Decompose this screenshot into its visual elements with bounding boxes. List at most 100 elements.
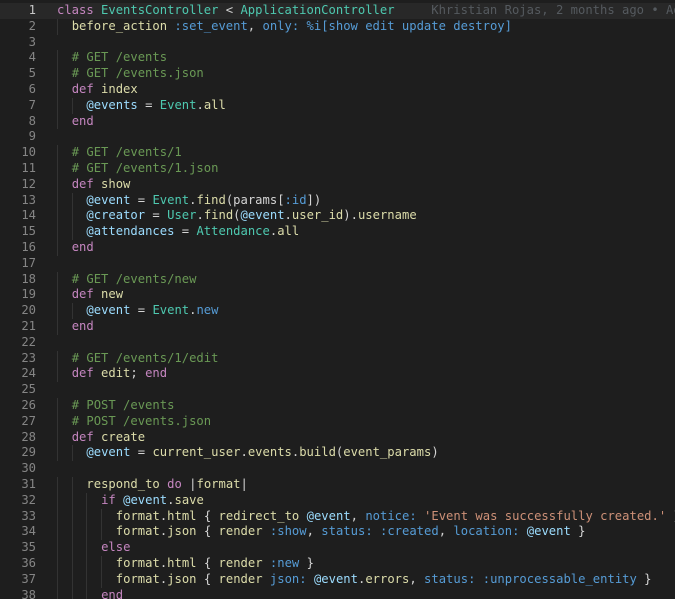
- code-line[interactable]: 8 end: [0, 113, 675, 130]
- line-number: 18: [21, 271, 36, 286]
- indent-guide: [86, 492, 88, 509]
- code-line[interactable]: 17: [0, 256, 675, 272]
- code-line[interactable]: 2 before_action :set_event, only: %i[show…: [0, 18, 675, 35]
- indent-guide: [57, 50, 58, 67]
- indent-guide: [57, 161, 58, 177]
- code-token: end: [71, 319, 94, 333]
- code-text: respond_to do |format|: [86, 477, 247, 493]
- code-token: class: [57, 3, 102, 17]
- code-line[interactable]: 32 if @event.save: [0, 492, 675, 509]
- code-line[interactable]: 15 @attendances = Attendance.all: [0, 224, 675, 240]
- code-line[interactable]: 23 # GET /events/1/edit: [0, 350, 675, 367]
- code-line[interactable]: 29 @event = current_user.events.build(eve…: [0, 445, 675, 462]
- indent-guide: [86, 508, 88, 525]
- indent-guide: [71, 556, 73, 572]
- indent-guide: [57, 540, 58, 556]
- code-token: .: [240, 445, 248, 460]
- code-line[interactable]: 27 # POST /events.json: [0, 413, 675, 430]
- code-line[interactable]: 6 def index: [0, 82, 675, 98]
- code-token: |: [240, 477, 248, 491]
- code-line[interactable]: 11 # GET /events/1.json: [0, 161, 675, 177]
- code-line[interactable]: 7 @events = Event.all: [0, 97, 675, 114]
- line-number: 13: [21, 192, 36, 207]
- code-line[interactable]: 13 @event = Event.find(params[:id]): [0, 192, 675, 209]
- code-token: def: [71, 82, 102, 96]
- line-number: 33: [21, 508, 36, 523]
- code-token: if: [101, 492, 124, 507]
- code-line[interactable]: 37 format.json { render json: @event.erro…: [0, 571, 675, 588]
- code-token: =: [130, 445, 153, 460]
- indent-guide: [57, 303, 58, 319]
- code-text: def show: [72, 177, 131, 193]
- code-token: EventsController: [101, 3, 219, 17]
- line-number: 25: [21, 382, 36, 397]
- line-number: 19: [21, 287, 36, 302]
- code-line[interactable]: 36 format.html { render :new }: [0, 556, 675, 572]
- indent-guide: [86, 556, 88, 572]
- line-number: 28: [21, 429, 36, 444]
- indent-guide: [57, 176, 58, 193]
- code-token: Event: [152, 192, 190, 207]
- code-line[interactable]: 9: [0, 129, 675, 145]
- indent-guide: [71, 571, 73, 588]
- line-number: 35: [21, 540, 36, 555]
- code-line[interactable]: 14 @creator = User.find(@event.user_id).u…: [0, 208, 675, 225]
- indent-guide: [86, 587, 88, 599]
- code-token: render: [218, 524, 270, 539]
- line-number: 24: [21, 366, 36, 381]
- code-text: @event = Event.new: [86, 303, 218, 319]
- indent-guide: [57, 66, 58, 82]
- code-line[interactable]: 20 @event = Event.new: [0, 303, 675, 319]
- code-line[interactable]: 3: [0, 35, 675, 51]
- git-blame-annotation: Khristian Rojas, 2 months ago • Add: [394, 3, 675, 17]
- indent-guide: [71, 477, 73, 493]
- code-token: json:: [269, 571, 314, 586]
- indent-guide: [57, 208, 58, 225]
- code-line[interactable]: 33 format.html { redirect_to @event, noti…: [0, 508, 675, 525]
- code-line[interactable]: 16 end: [0, 240, 675, 256]
- code-token: format: [115, 508, 160, 523]
- indent-guide: [71, 587, 73, 599]
- code-text: def edit; end: [72, 366, 167, 382]
- code-editor[interactable]: 1 class EventsController < ApplicationCon…: [0, 0, 675, 599]
- code-line[interactable]: 38 end: [0, 587, 675, 599]
- code-line[interactable]: 25: [0, 382, 675, 398]
- code-token: else: [101, 540, 131, 555]
- code-line[interactable]: 4 # GET /events: [0, 50, 675, 67]
- code-text: @attendances = Attendance.all: [86, 224, 299, 240]
- code-line[interactable]: 5 # GET /events.json: [0, 66, 675, 82]
- code-line[interactable]: 19 def new: [0, 287, 675, 304]
- code-line[interactable]: 1 class EventsController < ApplicationCon…: [0, 3, 675, 19]
- code-token: ,: [306, 524, 322, 539]
- line-number: 17: [21, 255, 36, 270]
- code-token: # POST /events.json: [71, 413, 212, 428]
- code-line[interactable]: 18 # GET /events/new: [0, 271, 675, 288]
- code-line[interactable]: 35 else: [0, 540, 675, 556]
- indent-guide: [71, 492, 73, 509]
- code-line[interactable]: 10 # GET /events/1: [0, 145, 675, 161]
- code-line[interactable]: 12 def show: [0, 176, 675, 193]
- code-token: json: [167, 524, 197, 539]
- code-token: =: [174, 224, 197, 239]
- code-line[interactable]: 34 format.json { render :show, status: :c…: [0, 524, 675, 541]
- code-text: def index: [72, 82, 138, 98]
- code-token: <: [218, 3, 241, 17]
- code-line[interactable]: 31 respond_to do |format|: [0, 477, 675, 493]
- code-token: end: [145, 366, 168, 381]
- code-token: :unprocessable_entity: [482, 571, 637, 586]
- code-text: # POST /events: [72, 398, 175, 414]
- code-line[interactable]: 28 def create: [0, 429, 675, 446]
- code-line[interactable]: 26 # POST /events: [0, 398, 675, 414]
- code-line[interactable]: 24 def edit; end: [0, 366, 675, 383]
- code-text: # GET /events: [72, 50, 167, 66]
- code-line[interactable]: 30: [0, 461, 675, 477]
- code-token: ): [431, 445, 439, 460]
- indent-guide: [86, 571, 88, 588]
- line-number: 23: [21, 350, 36, 365]
- code-line[interactable]: 22: [0, 335, 675, 351]
- code-token: ,: [350, 508, 366, 523]
- code-token: @event: [86, 192, 131, 207]
- code-text: else: [101, 540, 130, 556]
- code-line[interactable]: 21 end: [0, 319, 675, 335]
- indent-guide: [86, 540, 88, 556]
